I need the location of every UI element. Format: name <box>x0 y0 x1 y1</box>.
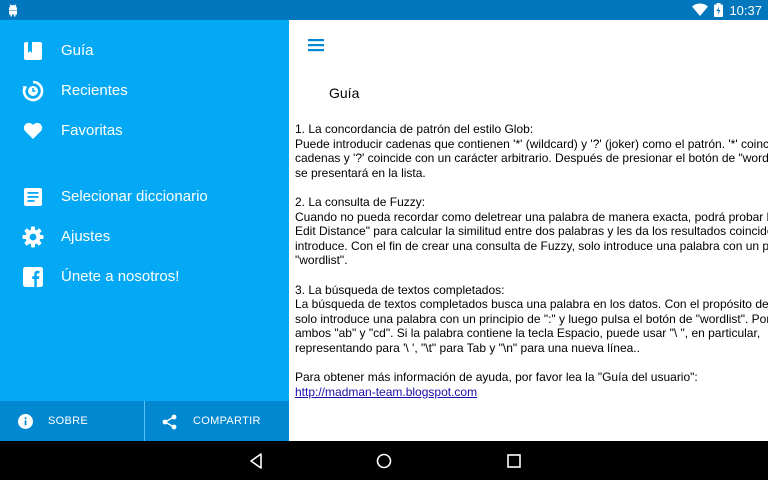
navigation-drawer: Guía Recientes Favoritas Selecionar dicc… <box>0 20 289 441</box>
drawer-item-label: Guía <box>61 42 94 59</box>
section-heading: 3. La búsqueda de textos completados: <box>295 282 505 297</box>
drawer-item-label: Favoritas <box>61 122 123 139</box>
about-label: SOBRE <box>48 415 89 427</box>
section-line: se presentará en la lista. <box>295 165 426 180</box>
page-title: Guía <box>329 85 360 101</box>
section-line: ambos "ab" y "cd". Si la palabra contien… <box>295 326 761 341</box>
guide-text: 1. La concordancia de patrón del estilo … <box>295 122 768 399</box>
drawer-item-selecionar-diccionario[interactable]: Selecionar diccionario <box>0 177 289 217</box>
section-line: representando para '\ ', "\t" para Tab y… <box>295 340 640 355</box>
drawer-item-label: Recientes <box>61 82 128 99</box>
drawer-item-recientes[interactable]: Recientes <box>0 71 289 111</box>
drawer-item-label: Selecionar diccionario <box>61 188 208 205</box>
share-icon <box>162 414 177 430</box>
about-button[interactable]: SOBRE <box>0 401 144 441</box>
drawer-item-favoritas[interactable]: Favoritas <box>0 111 289 151</box>
info-icon <box>18 414 33 429</box>
section-heading: 2. La consulta de Fuzzy: <box>295 194 426 209</box>
drawer-item-guia[interactable]: Guía <box>0 31 289 71</box>
navigation-bar <box>0 441 768 480</box>
drawer-item-label: Únete a nosotros! <box>61 268 180 285</box>
share-button[interactable]: COMPARTIR <box>145 401 289 441</box>
wifi-icon <box>692 3 709 16</box>
section-line: introduce. Con el fin de crear una consu… <box>295 238 768 253</box>
main-content: Guía 1. La concordancia de patrón del es… <box>289 20 768 441</box>
section-line: Cuando no pueda recordar como deletrear … <box>295 209 768 224</box>
section-line: "wordlist". <box>295 253 348 268</box>
drawer-item-label: Ajustes <box>61 228 111 245</box>
book-icon <box>24 42 42 60</box>
drawer-item-ajustes[interactable]: Ajustes <box>0 217 289 257</box>
section-line: Puede introducir cadenas que contienen '… <box>295 136 768 151</box>
status-bar: 10:37 <box>0 0 768 20</box>
home-icon[interactable] <box>375 452 393 470</box>
history-icon <box>22 80 44 102</box>
section-line: solo introduce una palabra con un princi… <box>295 311 768 326</box>
facebook-icon <box>23 267 43 287</box>
recents-icon[interactable] <box>505 452 523 470</box>
hamburger-menu-icon[interactable] <box>308 38 324 52</box>
help-text: Para obtener más información de ayuda, p… <box>295 370 698 385</box>
battery-icon <box>714 3 724 17</box>
section-line: Edit Distance" para calcular la similitu… <box>295 224 768 239</box>
section-line: cadenas y '?' coincide con un carácter a… <box>295 151 768 166</box>
section-heading: 1. La concordancia de patrón del estilo … <box>295 122 534 136</box>
heart-icon <box>23 122 43 139</box>
status-time: 10:37 <box>729 2 762 18</box>
drawer-item-unete[interactable]: Únete a nosotros! <box>0 257 289 297</box>
back-icon[interactable] <box>247 452 265 470</box>
section-line: La búsqueda de textos completados busca … <box>295 297 768 312</box>
drawer-footer: SOBRE COMPARTIR <box>0 401 289 441</box>
android-debug-icon <box>9 4 17 17</box>
dictionary-icon <box>24 188 42 206</box>
help-link[interactable]: http://madman-team.blogspot.com <box>295 385 477 399</box>
share-label: COMPARTIR <box>193 415 261 427</box>
settings-icon <box>22 226 44 248</box>
